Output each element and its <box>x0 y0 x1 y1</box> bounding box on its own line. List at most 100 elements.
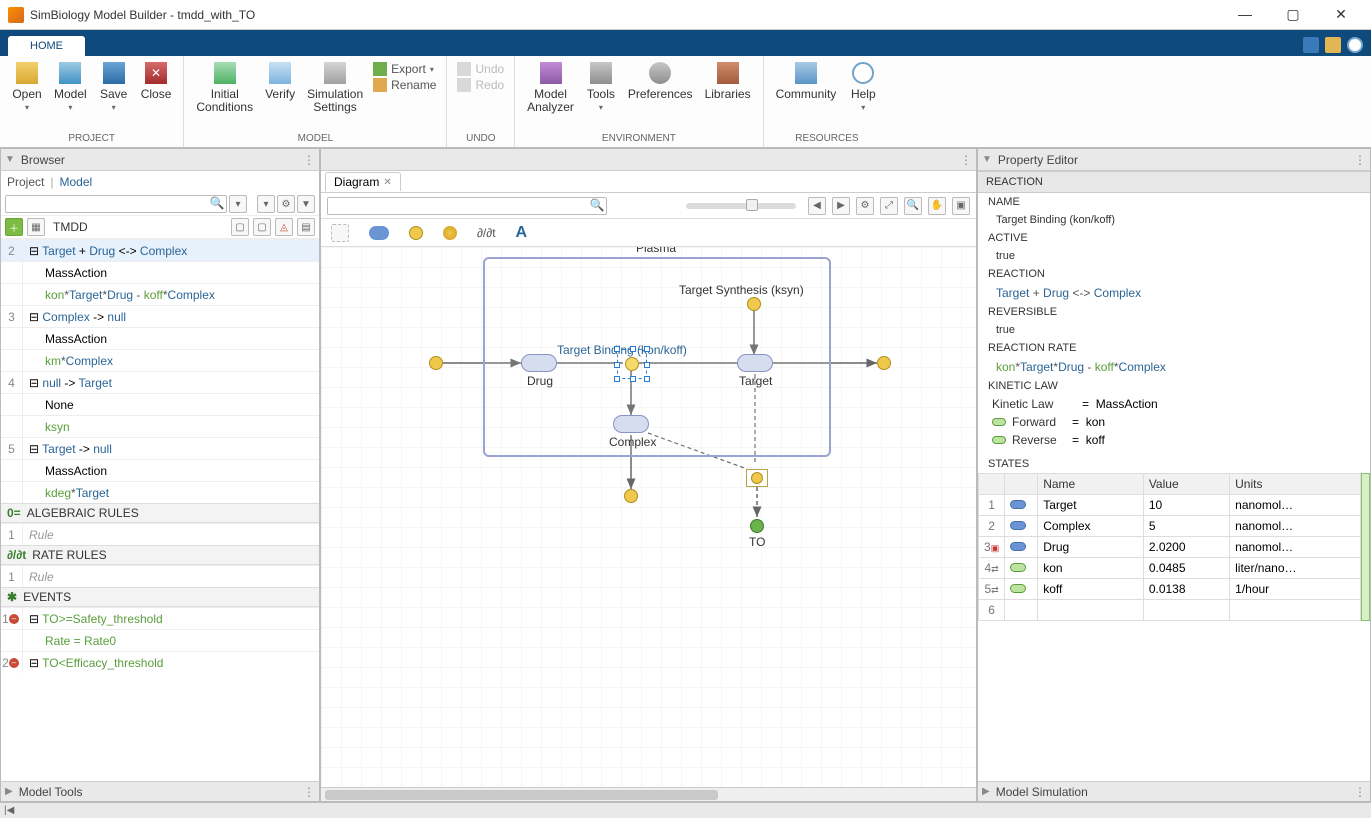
export-button[interactable]: Export ▾ <box>373 62 436 76</box>
reverse-row: Reverse= koff <box>978 431 1370 449</box>
redo-button[interactable]: Redo <box>457 78 504 92</box>
states-scrollbar[interactable] <box>1361 473 1370 621</box>
table-row[interactable]: 4⇄kon0.0485liter/nano… <box>979 558 1361 579</box>
help-button[interactable]: Help▾ <box>842 58 884 116</box>
reaction-5-header[interactable]: 5⊟ Target -> null <box>1 437 319 459</box>
to-observable-node[interactable] <box>750 519 764 533</box>
drug-source-node[interactable] <box>429 356 443 370</box>
event-1[interactable]: 1–⊟ TO>=Safety_threshold <box>1 607 319 629</box>
table-row[interactable]: 6 <box>979 600 1361 621</box>
name-value[interactable]: Target Binding (kon/koff) <box>978 211 1370 229</box>
table-row[interactable]: 3▣Drug2.0200nanomol… <box>979 537 1361 558</box>
tool-d-button[interactable]: ▤ <box>297 218 315 236</box>
help-qat-icon[interactable] <box>1347 37 1363 53</box>
states-table[interactable]: NameValueUnits 1Target10nanomol…2Complex… <box>978 473 1361 621</box>
target-species[interactable] <box>737 354 773 372</box>
block-palette: ∂/∂t A <box>321 219 976 247</box>
filter-funnel-button[interactable]: ▼ <box>297 195 315 213</box>
folder-qat-icon[interactable] <box>1325 37 1341 53</box>
tool-b-button[interactable]: ▢ <box>253 218 271 236</box>
tool-a-button[interactable]: ▢ <box>231 218 249 236</box>
tool-c-button[interactable]: ◬ <box>275 218 293 236</box>
browser-header[interactable]: ▼Browser⋮ <box>1 149 319 171</box>
search-icon[interactable]: 🔍 <box>208 196 226 212</box>
complex-species[interactable] <box>613 415 649 433</box>
nav-next-button[interactable]: ▶ <box>832 197 850 215</box>
rate-rules-header[interactable]: ∂/∂tRATE RULES <box>1 545 319 565</box>
reversible-value[interactable]: true <box>978 321 1370 339</box>
rename-button[interactable]: Rename <box>373 78 436 92</box>
simulation-settings-button[interactable]: SimulationSettings <box>301 58 369 116</box>
gear-button[interactable]: ⚙ <box>277 195 295 213</box>
diagram-tab[interactable]: Diagram✕ <box>325 172 401 191</box>
observable-rule-node[interactable] <box>746 469 768 487</box>
model-button[interactable]: Model▾ <box>48 58 93 116</box>
open-button[interactable]: Open▾ <box>6 58 48 116</box>
tools-button[interactable]: Tools▾ <box>580 58 622 116</box>
nav-prev-button[interactable]: ◀ <box>808 197 826 215</box>
target-sink-node[interactable] <box>877 356 891 370</box>
property-header[interactable]: ▼Property Editor⋮ <box>978 149 1370 171</box>
reaction-value[interactable]: Target + Drug <-> Complex <box>978 283 1370 303</box>
event-2[interactable]: 2–⊟ TO<Efficacy_threshold <box>1 651 319 673</box>
active-label: ACTIVE <box>978 229 1370 247</box>
breadcrumb-project[interactable]: Project <box>7 175 44 189</box>
reaction-label: REACTION <box>978 265 1370 283</box>
binding-reaction-node[interactable] <box>625 357 639 371</box>
diagram-canvas[interactable]: Plasma Target Synthesis (ksyn) Target Bi… <box>321 247 976 787</box>
filter-a-button[interactable]: ▾ <box>257 195 275 213</box>
reactions-tree[interactable]: 2⊟ Target + Drug <-> Complex MassAction … <box>1 239 319 781</box>
drug-species[interactable] <box>521 354 557 372</box>
community-button[interactable]: Community <box>770 58 843 103</box>
algebraic-rules-header[interactable]: 0=ALGEBRAIC RULES <box>1 503 319 523</box>
libraries-button[interactable]: Libraries <box>699 58 757 103</box>
table-row[interactable]: 1Target10nanomol… <box>979 495 1361 516</box>
zoom-in-button[interactable]: 🔍 <box>904 197 922 215</box>
preferences-button[interactable]: Preferences <box>622 58 699 103</box>
close-project-button[interactable]: ✕Close <box>135 58 178 103</box>
home-tab[interactable]: HOME <box>8 36 85 56</box>
rate-value[interactable]: kon*Target*Drug - koff*Complex <box>978 357 1370 377</box>
kinetic-law-row: Kinetic Law= MassAction <box>978 395 1370 413</box>
zoom-slider[interactable] <box>686 203 796 209</box>
close-button[interactable]: ✕ <box>1327 6 1355 23</box>
events-header[interactable]: ✱EVENTS <box>1 587 319 607</box>
compartment-tool[interactable] <box>331 224 349 242</box>
diagram-gear-button[interactable]: ⚙ <box>856 197 874 215</box>
table-row[interactable]: 2Complex5nanomol… <box>979 516 1361 537</box>
model-simulation-header[interactable]: ▶Model Simulation⋮ <box>978 781 1370 801</box>
initial-conditions-button[interactable]: InitialConditions <box>190 58 259 116</box>
species-tool[interactable] <box>369 226 389 240</box>
verify-button[interactable]: Verify <box>259 58 301 103</box>
diagram-scrollbar[interactable] <box>321 787 976 801</box>
pan-button[interactable]: ✋ <box>928 197 946 215</box>
browser-search[interactable]: 🔍 <box>5 195 227 213</box>
save-button[interactable]: Save▾ <box>93 58 135 116</box>
view-button[interactable]: ▦ <box>27 218 45 236</box>
model-analyzer-button[interactable]: ModelAnalyzer <box>521 58 580 116</box>
ksyn-reaction-node[interactable] <box>747 297 761 311</box>
maximize-button[interactable]: ▢ <box>1279 6 1307 23</box>
table-row[interactable]: 5⇄koff0.01381/hour <box>979 579 1361 600</box>
model-tools-header[interactable]: ▶Model Tools⋮ <box>1 781 319 801</box>
undo-button[interactable]: Undo <box>457 62 504 76</box>
minimize-button[interactable]: — <box>1231 6 1259 23</box>
fit-button[interactable]: ▣ <box>952 197 970 215</box>
breadcrumb-model[interactable]: Model <box>59 175 92 189</box>
reaction-tool[interactable] <box>409 226 423 240</box>
reaction-rev-tool[interactable] <box>443 226 457 240</box>
annotation-tool[interactable]: A <box>516 224 528 242</box>
rate-tool[interactable]: ∂/∂t <box>477 226 496 240</box>
complex-sink-node[interactable] <box>624 489 638 503</box>
reaction-3-header[interactable]: 3⊟ Complex -> null <box>1 305 319 327</box>
filter-dropdown-button[interactable]: ▾ <box>229 195 247 213</box>
save-qat-icon[interactable] <box>1303 37 1319 53</box>
search-icon[interactable]: 🔍 <box>588 198 606 214</box>
zoom-reset-button[interactable]: ⤢ <box>880 197 898 215</box>
close-tab-icon[interactable]: ✕ <box>383 177 391 188</box>
reaction-2-header[interactable]: 2⊟ Target + Drug <-> Complex <box>1 239 319 261</box>
active-value[interactable]: true <box>978 247 1370 265</box>
reaction-4-header[interactable]: 4⊟ null -> Target <box>1 371 319 393</box>
diagram-search[interactable]: 🔍 <box>327 197 607 215</box>
add-button[interactable]: ＋ <box>5 218 23 236</box>
